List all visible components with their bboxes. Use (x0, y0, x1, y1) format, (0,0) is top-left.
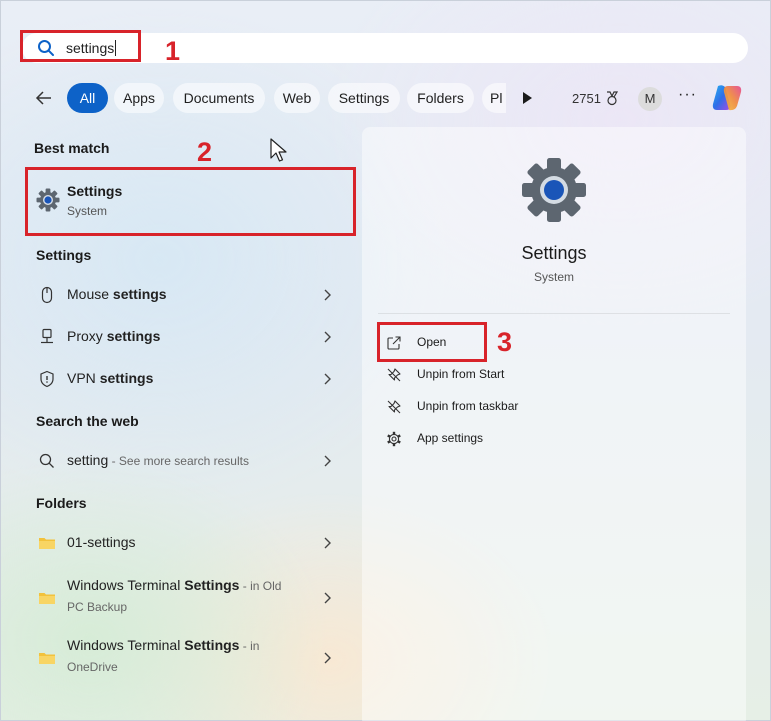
rewards-points[interactable]: 2751 (572, 90, 620, 106)
more-options-icon[interactable]: ··· (678, 86, 697, 104)
settings-section-heading: Settings (36, 247, 92, 263)
best-match-title: Settings (67, 183, 123, 199)
avatar[interactable]: M (638, 87, 662, 111)
list-item-folder[interactable]: 01-settings (28, 525, 344, 561)
tab-settings[interactable]: Settings (328, 83, 400, 113)
unpin-from-start-button[interactable]: Unpin from Start (386, 364, 526, 386)
action-label: Open (417, 335, 447, 349)
action-label: App settings (417, 431, 484, 445)
filter-tabs: All Apps Documents Web Settings Folders … (0, 80, 771, 116)
chevron-right-icon (324, 331, 331, 343)
list-item-label: Proxy settings (67, 328, 161, 344)
chevron-right-icon (324, 455, 331, 467)
search-query-text: settings (66, 40, 115, 56)
search-icon (38, 40, 54, 56)
annotation-number-1: 1 (165, 36, 181, 66)
search-icon (39, 453, 54, 468)
search-input[interactable]: settings (22, 33, 748, 63)
tab-all[interactable]: All (67, 83, 108, 113)
app-settings-button[interactable]: App settings (386, 428, 506, 450)
settings-gear-icon (36, 188, 60, 212)
unpin-from-taskbar-button[interactable]: Unpin from taskbar (386, 396, 536, 418)
settings-gear-icon (522, 158, 586, 222)
list-item-label: VPN settings (67, 370, 154, 386)
unpin-icon (387, 368, 401, 382)
list-item-proxy-settings[interactable]: Proxy settings (28, 319, 344, 355)
chevron-right-icon (324, 652, 331, 664)
mouse-pointer-icon (270, 138, 287, 162)
list-item-label: 01-settings (67, 534, 136, 550)
open-button[interactable]: Open (386, 332, 496, 354)
list-item-label: Windows Terminal Settings - in Old PC Ba… (67, 577, 282, 614)
text-caret (115, 40, 117, 56)
chevron-right-icon (324, 289, 331, 301)
more-tabs-arrow-icon[interactable] (521, 91, 533, 105)
folders-heading: Folders (36, 495, 87, 511)
unpin-icon (387, 400, 401, 414)
chevron-right-icon (324, 592, 331, 604)
rewards-points-value: 2751 (572, 90, 601, 106)
list-item-label: Mouse settings (67, 286, 167, 302)
search-web-heading: Search the web (36, 413, 139, 429)
best-match-result[interactable]: Settings System (28, 170, 352, 234)
tab-documents[interactable]: Documents (173, 83, 265, 113)
rewards-medal-icon (606, 91, 618, 106)
tab-apps[interactable]: Apps (114, 83, 164, 113)
best-match-subtitle: System (67, 204, 108, 218)
list-item-vpn-settings[interactable]: VPN settings (28, 361, 344, 397)
annotation-number-2: 2 (197, 137, 213, 167)
mouse-icon (41, 286, 53, 304)
back-arrow-icon[interactable] (34, 88, 54, 108)
folder-icon (39, 538, 55, 549)
tab-web[interactable]: Web (274, 83, 320, 113)
list-item-folder[interactable]: Windows Terminal Settings - in Old PC Ba… (28, 573, 344, 623)
tab-photos[interactable]: Pl (482, 83, 506, 113)
open-external-icon (387, 336, 401, 350)
preview-panel: Settings System Open Unpin from Start Un… (362, 127, 746, 721)
preview-subtitle: System (533, 270, 574, 284)
copilot-icon[interactable] (710, 82, 744, 114)
gear-icon (387, 431, 401, 447)
annotation-number-3: 3 (497, 327, 513, 357)
folder-icon (39, 593, 55, 604)
chevron-right-icon (324, 537, 331, 549)
chevron-right-icon (324, 373, 331, 385)
list-item-folder[interactable]: Windows Terminal Settings - in OneDrive (28, 633, 344, 683)
list-item-label: setting - See more search results (67, 452, 249, 468)
folder-icon (39, 653, 55, 664)
network-icon (41, 328, 53, 344)
divider (378, 313, 730, 314)
list-item-web-search[interactable]: setting - See more search results (28, 443, 344, 479)
list-item-label: Windows Terminal Settings - in OneDrive (67, 637, 260, 674)
preview-title: Settings (521, 243, 587, 263)
list-item-mouse-settings[interactable]: Mouse settings (28, 277, 344, 313)
best-match-heading: Best match (34, 140, 110, 156)
shield-icon (40, 370, 54, 388)
tab-folders[interactable]: Folders (407, 83, 474, 113)
action-label: Unpin from taskbar (417, 399, 519, 413)
action-label: Unpin from Start (417, 367, 505, 381)
